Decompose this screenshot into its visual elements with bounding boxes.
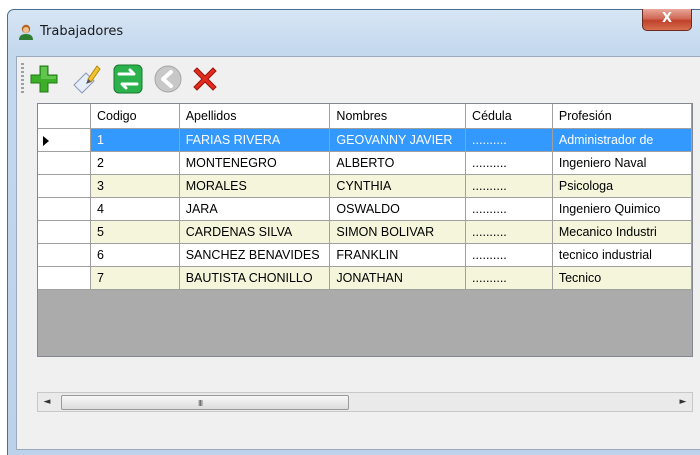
red-x-icon[interactable] (189, 63, 221, 95)
cell-profesion[interactable]: Administrador de (552, 128, 692, 152)
column-header-apellidos[interactable]: Apellidos (179, 104, 331, 129)
table-row[interactable]: 6 SANCHEZ BENAVIDES FRANKLIN.......... tecn… (38, 243, 692, 267)
user-icon (19, 24, 33, 40)
cell-nombres[interactable]: SIMON BOLIVAR (329, 220, 467, 244)
swap-arrows-icon[interactable] (112, 63, 144, 95)
table-row[interactable]: 7 BAUTISTA CHONILLO JONATHAN.......... Tecn… (38, 266, 692, 290)
corner-header (38, 104, 91, 129)
row-header[interactable] (38, 174, 91, 198)
cell-apellidos[interactable]: CARDENAS SILVA (179, 220, 331, 244)
row-header[interactable] (38, 151, 91, 175)
title-bar[interactable]: Trabajadores X (8, 9, 700, 56)
window-title: Trabajadores (40, 24, 124, 39)
plus-icon[interactable] (28, 63, 60, 95)
cell-cedula[interactable]: .......... (465, 128, 553, 152)
cell-apellidos[interactable]: JARA (179, 197, 331, 221)
current-row-arrow-icon (43, 135, 49, 146)
table-row[interactable]: 3 MORALES CYNTHIA.......... Psicologa (38, 174, 692, 198)
row-header[interactable] (38, 266, 91, 290)
cell-profesion[interactable]: tecnico industrial (552, 243, 692, 267)
cell-codigo[interactable]: 1 (90, 128, 180, 152)
cell-codigo[interactable]: 5 (90, 220, 180, 244)
cell-codigo[interactable]: 6 (90, 243, 180, 267)
table-row[interactable]: 4 JARA OSWALDO.......... Ingeniero Quimico (38, 197, 692, 221)
row-header[interactable] (38, 243, 91, 267)
header-row: Codigo Apellidos Nombres Cédula Profesió… (38, 104, 692, 129)
cell-profesion[interactable]: Ingeniero Quimico (552, 197, 692, 221)
cell-nombres[interactable]: FRANKLIN (329, 243, 467, 267)
cell-cedula[interactable]: .......... (465, 174, 553, 198)
cell-nombres[interactable]: OSWALDO (329, 197, 467, 221)
cell-profesion[interactable]: Tecnico (552, 266, 692, 290)
toolbar (17, 57, 700, 97)
cell-nombres[interactable]: JONATHAN (329, 266, 467, 290)
row-header[interactable] (38, 128, 91, 152)
column-header-nombres[interactable]: Nombres (329, 104, 467, 129)
cell-nombres[interactable]: CYNTHIA (329, 174, 467, 198)
grid-table: Codigo Apellidos Nombres Cédula Profesió… (38, 104, 692, 290)
toolbar-grip[interactable] (21, 63, 24, 93)
cell-apellidos[interactable]: BAUTISTA CHONILLO (179, 266, 331, 290)
data-grid: Codigo Apellidos Nombres Cédula Profesió… (37, 103, 693, 357)
scroll-thumb-grip: III (198, 399, 203, 408)
cell-nombres[interactable]: ALBERTO (329, 151, 467, 175)
cell-cedula[interactable]: .......... (465, 151, 553, 175)
cell-codigo[interactable]: 7 (90, 266, 180, 290)
cell-cedula[interactable]: .......... (465, 266, 553, 290)
cell-apellidos[interactable]: FARIAS RIVERA (179, 128, 331, 152)
table-row[interactable]: 5 CARDENAS SILVA SIMON BOLIVAR.......... Me… (38, 220, 692, 244)
cell-apellidos[interactable]: MORALES (179, 174, 331, 198)
table-row[interactable]: 2 MONTENEGRO ALBERTO.......... Ingeniero Na… (38, 151, 692, 175)
pencil-icon[interactable] (70, 63, 102, 95)
cell-cedula[interactable]: .......... (465, 197, 553, 221)
cell-nombres[interactable]: GEOVANNY JAVIER (329, 128, 467, 152)
row-header[interactable] (38, 197, 91, 221)
app-window: Trabajadores X Codigo Apellidos Nombres … (7, 9, 700, 455)
cell-codigo[interactable]: 3 (90, 174, 180, 198)
scroll-thumb[interactable]: III (61, 395, 349, 410)
cell-profesion[interactable]: Mecanico Industri (552, 220, 692, 244)
cell-codigo[interactable]: 2 (90, 151, 180, 175)
cell-apellidos[interactable]: MONTENEGRO (179, 151, 331, 175)
table-row[interactable]: 1 FARIAS RIVERA GEOVANNY JAVIER.......... A… (38, 128, 692, 152)
column-header-profesion[interactable]: Profesión (552, 104, 692, 129)
cell-cedula[interactable]: .......... (465, 220, 553, 244)
column-header-codigo[interactable]: Codigo (90, 104, 180, 129)
cell-apellidos[interactable]: SANCHEZ BENAVIDES (179, 243, 331, 267)
row-header[interactable] (38, 220, 91, 244)
cell-profesion[interactable]: Ingeniero Naval (552, 151, 692, 175)
column-header-cedula[interactable]: Cédula (465, 104, 553, 129)
cell-profesion[interactable]: Psicologa (552, 174, 692, 198)
cell-cedula[interactable]: .......... (465, 243, 553, 267)
horizontal-scrollbar[interactable]: ◄ III ► (37, 392, 693, 412)
back-arrow-icon[interactable] (152, 63, 184, 95)
scroll-left-icon[interactable]: ◄ (38, 393, 56, 411)
scroll-right-icon[interactable]: ► (674, 393, 692, 411)
cell-codigo[interactable]: 4 (90, 197, 180, 221)
close-button[interactable]: X (642, 9, 692, 31)
